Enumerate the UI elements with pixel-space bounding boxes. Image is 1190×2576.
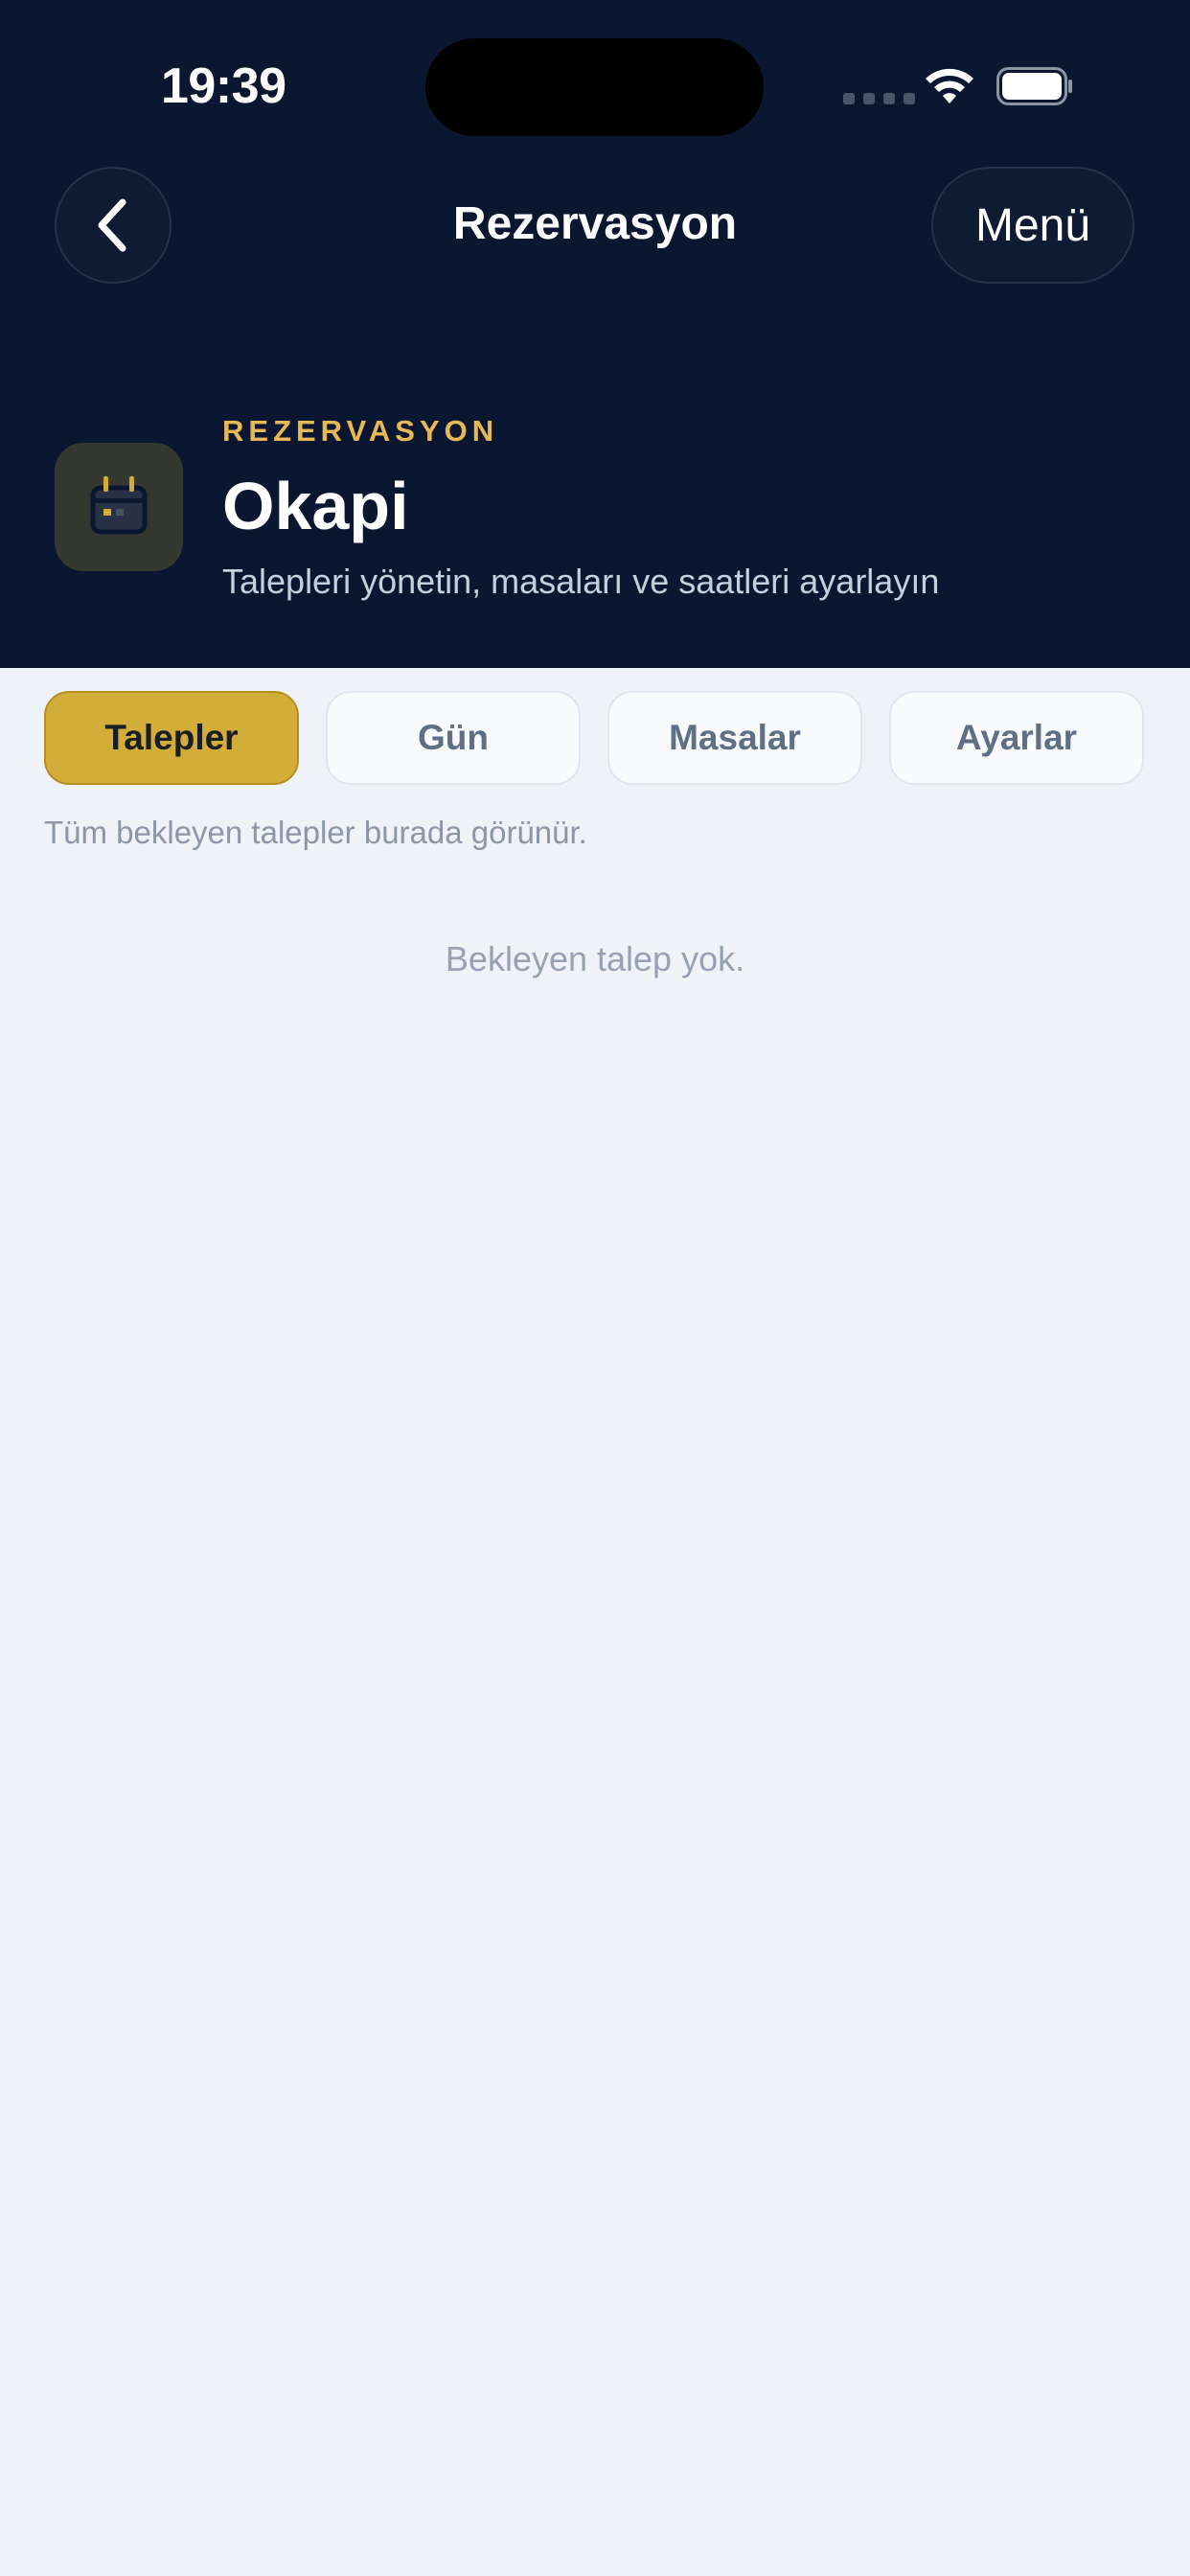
wifi-icon [926, 68, 973, 104]
tab-ayarlar[interactable]: Ayarlar [889, 691, 1144, 785]
venue-subtitle: Talepleri yönetin, masaları ve saatleri … [222, 562, 940, 601]
empty-state-message: Bekleyen talep yok. [445, 939, 745, 978]
header: 19:39 Rezervasyon Menü REZERVASYON Okapi… [0, 0, 1190, 668]
menu-button[interactable]: Menü [931, 167, 1134, 284]
calendar-icon [90, 476, 148, 535]
status-time: 19:39 [161, 58, 286, 114]
venue-title: Okapi [222, 469, 409, 543]
reservation-app-icon [55, 443, 183, 571]
section-eyebrow: REZERVASYON [222, 414, 499, 448]
signal-icon [843, 93, 915, 104]
dynamic-island [425, 38, 764, 136]
tab-gun[interactable]: Gün [326, 691, 581, 785]
tab-talepler[interactable]: Talepler [44, 691, 299, 785]
tab-masalar[interactable]: Masalar [607, 691, 862, 785]
tab-bar: Talepler Gün Masalar Ayarlar [44, 691, 1146, 785]
tab-hint: Tüm bekleyen talepler burada görünür. [44, 815, 587, 850]
battery-icon [996, 67, 1072, 105]
